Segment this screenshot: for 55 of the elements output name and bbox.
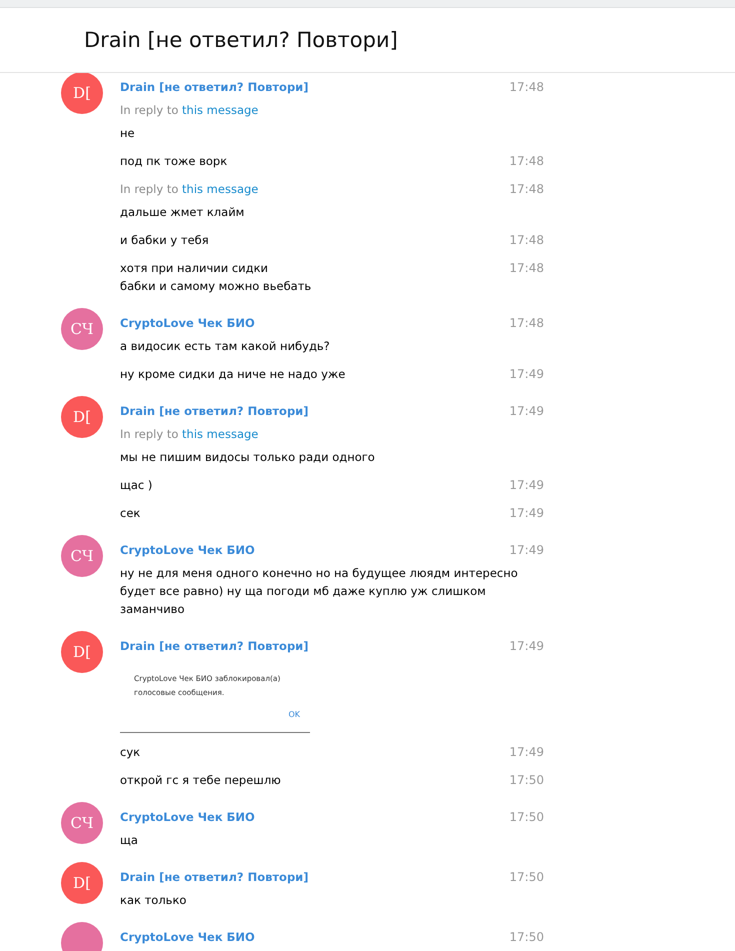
message-time: 17:48	[509, 232, 544, 249]
message-time: 17:50	[509, 869, 544, 886]
message-text: не	[120, 125, 136, 142]
reply-note: In reply to this message	[120, 102, 258, 119]
message-time: 17:48	[509, 260, 544, 277]
sender-name[interactable]: Drain [не ответил? Повтори]	[120, 78, 308, 96]
avatar: СЧ	[61, 535, 103, 577]
sender-name[interactable]: CryptoLove Чек БИО	[120, 314, 255, 332]
message-text: а видосик есть там какой нибудь?	[120, 338, 330, 355]
message-link[interactable]: this message	[182, 427, 258, 441]
avatar: D[	[61, 862, 103, 904]
chat-title: Drain [не ответил? Повтори]	[84, 28, 398, 52]
message-text: хотя при наличии сидки бабки и самому можно вьебать	[120, 260, 312, 295]
reply-note: In reply to this message	[120, 426, 258, 443]
sender-name[interactable]: Drain [не ответил? Повтори]	[120, 868, 308, 886]
message-text: ща	[120, 832, 138, 849]
message-text: как только	[120, 892, 186, 909]
sender-name[interactable]: CryptoLove Чек БИО	[120, 808, 255, 826]
message-time: 17:49	[509, 638, 544, 655]
message-time: 17:49	[509, 744, 544, 761]
message-time: 17:49	[509, 505, 544, 522]
sender-name[interactable]: CryptoLove Чек БИО	[120, 541, 255, 559]
message-time: 17:50	[509, 929, 544, 946]
message-text: сук	[120, 744, 140, 761]
message-time: 17:49	[509, 366, 544, 383]
ok-button[interactable]: OK	[288, 710, 300, 719]
message-time: 17:48	[509, 181, 544, 198]
message-time: 17:49	[509, 477, 544, 494]
message-time: 17:48	[509, 79, 544, 96]
message-text: под пк тоже ворк	[120, 153, 228, 170]
message-text: и бабки у тебя	[120, 232, 209, 249]
message-time: 17:50	[509, 809, 544, 826]
message-time: 17:50	[509, 772, 544, 789]
message-text: мы не пишим видосы только ради одного	[120, 449, 376, 466]
message-text: ну кроме сидки да ниче не надо уже	[120, 366, 346, 383]
avatar: D[	[61, 72, 103, 114]
reply-note: In reply to this message	[120, 181, 258, 198]
message-time: 17:48	[509, 153, 544, 170]
avatar: СЧ	[61, 308, 103, 350]
message-time: 17:48	[509, 315, 544, 332]
sender-name[interactable]: CryptoLove Чек БИО	[120, 928, 255, 946]
message-text: щас )	[120, 477, 152, 494]
sender-name[interactable]: Drain [не ответил? Повтори]	[120, 402, 308, 420]
message-time: 17:49	[509, 403, 544, 420]
message-text: дальше жмет клайм	[120, 204, 246, 221]
message-text: открой гс я тебе перешлю	[120, 772, 281, 789]
message-link[interactable]: this message	[182, 103, 258, 117]
message-text: сек	[120, 505, 140, 522]
avatar: СЧ	[61, 802, 103, 844]
sender-name[interactable]: Drain [не ответил? Повтори]	[120, 637, 308, 655]
avatar: D[	[61, 396, 103, 438]
message-link[interactable]: this message	[182, 182, 258, 196]
message-time: 17:49	[509, 542, 544, 559]
avatar: D[	[61, 631, 103, 673]
message-text: ну не для меня одного конечно но на будущее люядм интересно будет все равно) ну ща погоди мб даже куплю уж слишком заманчиво	[120, 565, 519, 618]
